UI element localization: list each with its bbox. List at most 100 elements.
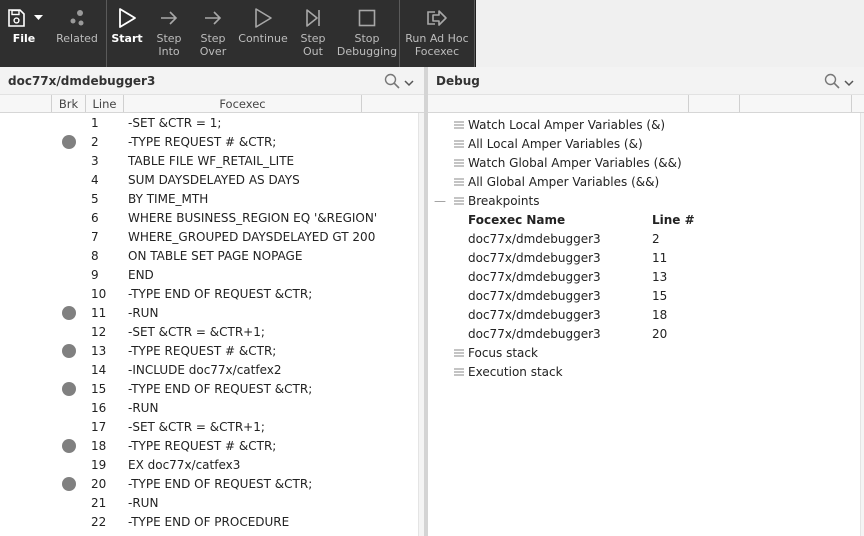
code-line[interactable]: 6 WHERE BUSINESS_REGION EQ '&REGION': [0, 208, 424, 227]
code-line[interactable]: 20 -TYPE END OF REQUEST &CTR;: [0, 474, 424, 493]
tree-node-watch-local[interactable]: Watch Local Amper Variables (&): [428, 115, 864, 134]
code-text: END: [128, 267, 154, 282]
step-into-icon: [159, 8, 179, 28]
tree-node-breakpoints[interactable]: — Breakpoints: [428, 191, 864, 210]
breakpoint-row[interactable]: doc77x/dmdebugger3 18: [428, 305, 864, 324]
bp-focexec-name: doc77x/dmdebugger3: [468, 326, 601, 341]
code-line[interactable]: 18 -TYPE REQUEST # &CTR;: [0, 436, 424, 455]
code-line[interactable]: 7 WHERE_GROUPED DAYSDELAYED GT 200: [0, 227, 424, 246]
code-line[interactable]: 17 -SET &CTR = &CTR+1;: [0, 417, 424, 436]
code-line[interactable]: 12 -SET &CTR = &CTR+1;: [0, 322, 424, 341]
code-line[interactable]: 16 -RUN: [0, 398, 424, 417]
chevron-down-icon[interactable]: [33, 15, 43, 21]
breakpoint-marker-icon[interactable]: [62, 305, 76, 320]
code-text: -TYPE END OF PROCEDURE: [128, 514, 290, 529]
column-line[interactable]: Line: [86, 95, 124, 112]
step-over-button[interactable]: Step Over: [191, 0, 235, 67]
breakpoint-cell[interactable]: [52, 134, 86, 149]
run-adhoc-button[interactable]: Run Ad Hoc Focexec: [400, 0, 474, 67]
code-text: -RUN: [128, 400, 159, 415]
code-text: -RUN: [128, 495, 159, 510]
tree-node-focus-stack[interactable]: Focus stack: [428, 343, 864, 362]
line-number: 4: [91, 172, 99, 187]
code-line[interactable]: 11 -RUN: [0, 303, 424, 322]
code-line[interactable]: 3 TABLE FILE WF_RETAIL_LITE: [0, 151, 424, 170]
tree-lines-icon: [452, 159, 466, 167]
focexec-lines: 1 -SET &CTR = 1; 2 -TYPE REQUEST # &CTR; 3 TA…: [0, 113, 424, 531]
stop-icon: [357, 8, 377, 28]
related-button[interactable]: Related: [48, 0, 106, 67]
code-line[interactable]: 13 -TYPE REQUEST # &CTR;: [0, 341, 424, 360]
breakpoint-row[interactable]: doc77x/dmdebugger3 11: [428, 248, 864, 267]
breakpoint-cell[interactable]: [52, 381, 86, 396]
breakpoint-marker-icon[interactable]: [62, 134, 76, 149]
code-text: -SET &CTR = 1;: [128, 115, 222, 130]
code-line[interactable]: 21 -RUN: [0, 493, 424, 512]
breakpoint-cell[interactable]: [52, 343, 86, 358]
breakpoint-cell[interactable]: [52, 305, 86, 320]
breakpoint-cell[interactable]: [52, 476, 86, 491]
tree-node-watch-global[interactable]: Watch Global Amper Variables (&&): [428, 153, 864, 172]
breakpoint-row[interactable]: doc77x/dmdebugger3 2: [428, 229, 864, 248]
column-blank: [0, 95, 52, 112]
line-number: 7: [91, 229, 99, 244]
stop-debugging-button[interactable]: Stop Debugging: [335, 0, 399, 67]
debug-column-3: [740, 95, 852, 112]
code-line[interactable]: 8 ON TABLE SET PAGE NOPAGE: [0, 246, 424, 265]
tree-lines-icon: [452, 140, 466, 148]
breakpoint-row[interactable]: doc77x/dmdebugger3 15: [428, 286, 864, 305]
code-text: WHERE BUSINESS_REGION EQ '&REGION': [128, 210, 378, 225]
tree-node-all-global[interactable]: All Global Amper Variables (&&): [428, 172, 864, 191]
step-into-button[interactable]: Step Into: [147, 0, 191, 67]
code-line[interactable]: 22 -TYPE END OF PROCEDURE: [0, 512, 424, 531]
code-text: -SET &CTR = &CTR+1;: [128, 419, 265, 434]
step-out-button[interactable]: Step Out: [291, 0, 335, 67]
focexec-column-header: Brk Line Focexec: [0, 95, 424, 113]
stop-debugging-label-1: Stop: [354, 32, 380, 45]
chevron-down-icon[interactable]: [844, 76, 854, 90]
debug-panel-title: Debug: [436, 73, 480, 88]
bp-line-number: 18: [652, 307, 668, 322]
breakpoint-cell[interactable]: [52, 438, 86, 453]
related-label: Related: [56, 32, 98, 45]
tree-node-execution-stack[interactable]: Execution stack: [428, 362, 864, 381]
breakpoint-marker-icon[interactable]: [62, 381, 76, 396]
breakpoint-marker-icon[interactable]: [62, 438, 76, 453]
continue-button[interactable]: Continue: [235, 0, 291, 67]
code-line[interactable]: 5 BY TIME_MTH: [0, 189, 424, 208]
file-button[interactable]: File: [0, 0, 48, 67]
column-brk[interactable]: Brk: [52, 95, 86, 112]
start-button[interactable]: Start: [107, 0, 147, 67]
code-line[interactable]: 19 EX doc77x/catfex3: [0, 455, 424, 474]
code-text: ON TABLE SET PAGE NOPAGE: [128, 248, 303, 263]
debug-scrollbar[interactable]: [860, 113, 864, 536]
code-line[interactable]: 9 END: [0, 265, 424, 284]
tree-label: Breakpoints: [468, 193, 540, 208]
column-focexec[interactable]: Focexec: [124, 95, 362, 112]
code-line[interactable]: 4 SUM DAYSDELAYED AS DAYS: [0, 170, 424, 189]
breakpoint-marker-icon[interactable]: [62, 343, 76, 358]
save-icon: [6, 8, 26, 28]
code-text: TABLE FILE WF_RETAIL_LITE: [128, 153, 295, 168]
line-number: 15: [91, 381, 107, 396]
collapse-icon[interactable]: —: [428, 194, 452, 208]
breakpoint-row[interactable]: doc77x/dmdebugger3 13: [428, 267, 864, 286]
code-line[interactable]: 2 -TYPE REQUEST # &CTR;: [0, 132, 424, 151]
breakpoint-row[interactable]: doc77x/dmdebugger3 20: [428, 324, 864, 343]
code-line[interactable]: 14 -INCLUDE doc77x/catfex2: [0, 360, 424, 379]
line-number: 5: [91, 191, 99, 206]
tree-label: Watch Global Amper Variables (&&): [468, 155, 682, 170]
chevron-down-icon[interactable]: [404, 76, 414, 90]
code-line[interactable]: 15 -TYPE END OF REQUEST &CTR;: [0, 379, 424, 398]
search-icon[interactable]: [824, 73, 840, 92]
breakpoints-list: doc77x/dmdebugger3 2 doc77x/dmdebugger3 11 d…: [428, 229, 864, 343]
debug-panel: Debug Watch Local Amper Variables (&) Al…: [428, 67, 864, 536]
code-line[interactable]: 1 -SET &CTR = 1;: [0, 113, 424, 132]
debug-tree: Watch Local Amper Variables (&) All Loca…: [428, 113, 864, 381]
focexec-scrollbar[interactable]: [418, 113, 424, 536]
tree-node-all-local[interactable]: All Local Amper Variables (&): [428, 134, 864, 153]
breakpoint-marker-icon[interactable]: [62, 476, 76, 491]
search-icon[interactable]: [384, 73, 400, 92]
play-icon: [117, 7, 137, 29]
code-line[interactable]: 10 -TYPE END OF REQUEST &CTR;: [0, 284, 424, 303]
